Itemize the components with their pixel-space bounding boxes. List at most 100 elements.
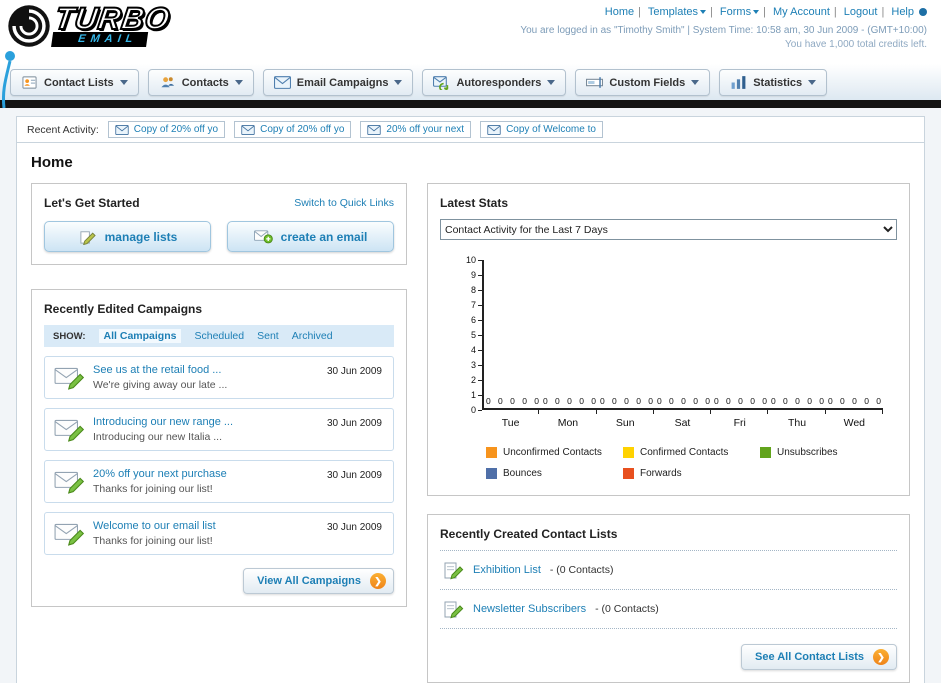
top-link-my-account[interactable]: My Account (773, 6, 830, 18)
custom-fields-icon (586, 77, 604, 88)
recent-activity-item[interactable]: Copy of 20% off yo (107, 121, 226, 138)
filter-archived[interactable]: Archived (292, 330, 333, 342)
campaign-edit-icon (54, 468, 86, 497)
page: TURBO EMAIL Home | Templates | Forms | My A… (0, 0, 941, 683)
campaign-title-link[interactable]: Welcome to our email list (93, 520, 303, 532)
page-title: Home (31, 154, 73, 171)
recent-activity-item[interactable]: Copy of Welcome to (480, 121, 603, 138)
legend-label: Unsubscribes (776, 447, 838, 458)
email-icon (241, 124, 255, 135)
contact-list-item[interactable]: Exhibition List - (0 Contacts) (440, 551, 897, 590)
filter-sent[interactable]: Sent (257, 330, 279, 342)
chart-value-group: 0 0 0 0 0 (827, 396, 882, 406)
legend-item: Bounces (486, 468, 623, 479)
main-navigation: Contact Lists Contacts Email Campaigns A… (0, 64, 941, 100)
campaign-item[interactable]: 20% off your next purchase Thanks for jo… (44, 460, 394, 503)
campaigns-panel-title: Recently Edited Campaigns (44, 302, 203, 316)
tab-statistics[interactable]: Statistics (719, 69, 828, 96)
logo-title: TURBO (52, 0, 174, 37)
campaign-item[interactable]: Welcome to our email list Thanks for joi… (44, 512, 394, 555)
campaign-edit-icon (54, 416, 86, 445)
campaign-date: 30 Jun 2009 (326, 522, 382, 533)
statistics-icon (731, 76, 746, 89)
filter-all-campaigns[interactable]: All Campaigns (98, 329, 182, 343)
tab-contact-lists[interactable]: Contact Lists (10, 69, 139, 96)
campaign-item[interactable]: Introducing our new range ... Introducin… (44, 408, 394, 451)
chevron-down-icon (394, 80, 403, 85)
session-info: You are logged in as "Timothy Smith" | S… (520, 25, 927, 36)
create-email-button[interactable]: create an email (227, 221, 394, 252)
top-link-logout[interactable]: Logout (844, 6, 878, 18)
chevron-down-icon (691, 80, 700, 85)
x-axis-label: Mon (557, 417, 579, 429)
legend-swatch (486, 468, 497, 479)
contact-activity-chart: 10 9 8 7 6 5 4 3 2 1 0 0 0 0 0 00 0 0 0 00 0 0 0 0… (440, 255, 897, 429)
campaign-title-link[interactable]: Introducing our new range ... (93, 416, 303, 428)
legend-item: Forwards (622, 468, 760, 479)
chart-value-group: 0 0 0 0 0 (656, 396, 711, 406)
campaign-date: 30 Jun 2009 (326, 470, 382, 481)
campaign-item[interactable]: See us at the retail food ... We're givi… (44, 356, 394, 399)
filter-scheduled[interactable]: Scheduled (194, 330, 244, 342)
chart-y-axis: 10 9 8 7 6 5 4 3 2 1 0 (458, 255, 482, 415)
y-axis-label: 3 (471, 360, 482, 370)
nav-tabs: Contact Lists Contacts Email Campaigns A… (10, 69, 931, 100)
top-link-home[interactable]: Home (605, 6, 634, 18)
dashboard-columns: Let's Get Started Switch to Quick Links … (17, 171, 924, 683)
logo-text: TURBO EMAIL (51, 0, 174, 47)
contact-list-item[interactable]: Newsletter Subscribers - (0 Contacts) (440, 590, 897, 629)
link-separator: | (833, 6, 837, 18)
chart-value-group: 0 0 0 0 0 (770, 396, 825, 406)
contact-list-name-link[interactable]: Exhibition List (473, 564, 541, 576)
chart-plot-column: 0 0 0 0 00 0 0 0 00 0 0 0 00 0 0 0 00 0 … (482, 260, 883, 429)
top-right-area: Home | Templates | Forms | My Account | Logo… (520, 6, 927, 50)
top-link-help[interactable]: Help (891, 6, 914, 18)
y-axis-label: 7 (471, 300, 482, 310)
notification-dot-icon (919, 8, 927, 17)
legend-label: Unconfirmed Contacts (503, 447, 602, 458)
see-all-contact-lists-button[interactable]: See All Contact Lists ❯ (740, 644, 897, 670)
chevron-down-icon (808, 80, 817, 85)
recent-activity-link[interactable]: 20% off your next (386, 124, 464, 135)
contact-list-name-link[interactable]: Newsletter Subscribers (473, 603, 586, 615)
chart-day-row: Tue Mon Sun Sat Fri Thu Wed (482, 417, 883, 429)
legend-swatch (486, 447, 497, 458)
campaign-date: 30 Jun 2009 (326, 418, 382, 429)
y-axis-label: 10 (466, 255, 482, 265)
chart-legend: Unconfirmed Contacts Confirmed Contacts Un… (486, 447, 897, 479)
legend-label: Bounces (503, 468, 542, 479)
app-logo: TURBO EMAIL (6, 0, 174, 49)
chart-value-group: 0 0 0 0 0 (542, 396, 597, 406)
tab-custom-fields[interactable]: Custom Fields (575, 69, 711, 96)
edit-list-icon (444, 562, 464, 580)
logo-swirl-icon (8, 5, 50, 47)
campaign-title-link[interactable]: 20% off your next purchase (93, 468, 303, 480)
recently-edited-campaigns-panel: Recently Edited Campaigns SHOW: All Camp… (31, 289, 407, 607)
link-separator: | (763, 6, 766, 18)
email-icon (487, 124, 501, 135)
recent-activity-item[interactable]: Copy of 20% off yo (234, 121, 352, 138)
recent-activity-item[interactable]: 20% off your next (360, 121, 472, 138)
tab-email-campaigns[interactable]: Email Campaigns (262, 69, 414, 96)
campaign-subtitle: We're giving away our late ... (93, 379, 228, 391)
top-link-forms[interactable]: Forms (720, 6, 760, 18)
recent-activity-link[interactable]: Copy of Welcome to (506, 124, 596, 135)
y-axis-label: 6 (471, 315, 482, 325)
recent-activity-link[interactable]: Copy of 20% off yo (260, 124, 344, 135)
top-link-templates[interactable]: Templates (648, 6, 706, 18)
link-separator: | (881, 6, 885, 18)
legend-item: Unsubscribes (759, 447, 897, 458)
get-started-panel: Let's Get Started Switch to Quick Links … (31, 183, 407, 265)
campaign-title-link[interactable]: See us at the retail food ... (93, 364, 303, 376)
stats-period-select[interactable]: Contact Activity for the Last 7 Days (440, 219, 897, 240)
content-frame: Recent Activity: Copy of 20% off yo Copy… (16, 116, 925, 683)
recent-activity-link[interactable]: Copy of 20% off yo (134, 124, 218, 135)
contact-list-count: - (0 Contacts) (595, 603, 659, 615)
tab-contacts[interactable]: Contacts (147, 69, 254, 96)
legend-item: Unconfirmed Contacts (486, 447, 623, 458)
tab-autoresponders[interactable]: Autoresponders (422, 69, 567, 96)
switch-quick-links-link[interactable]: Switch to Quick Links (294, 197, 394, 209)
view-all-campaigns-button[interactable]: View All Campaigns ❯ (243, 568, 394, 594)
manage-lists-button[interactable]: manage lists (44, 221, 211, 252)
legend-swatch (622, 468, 634, 479)
